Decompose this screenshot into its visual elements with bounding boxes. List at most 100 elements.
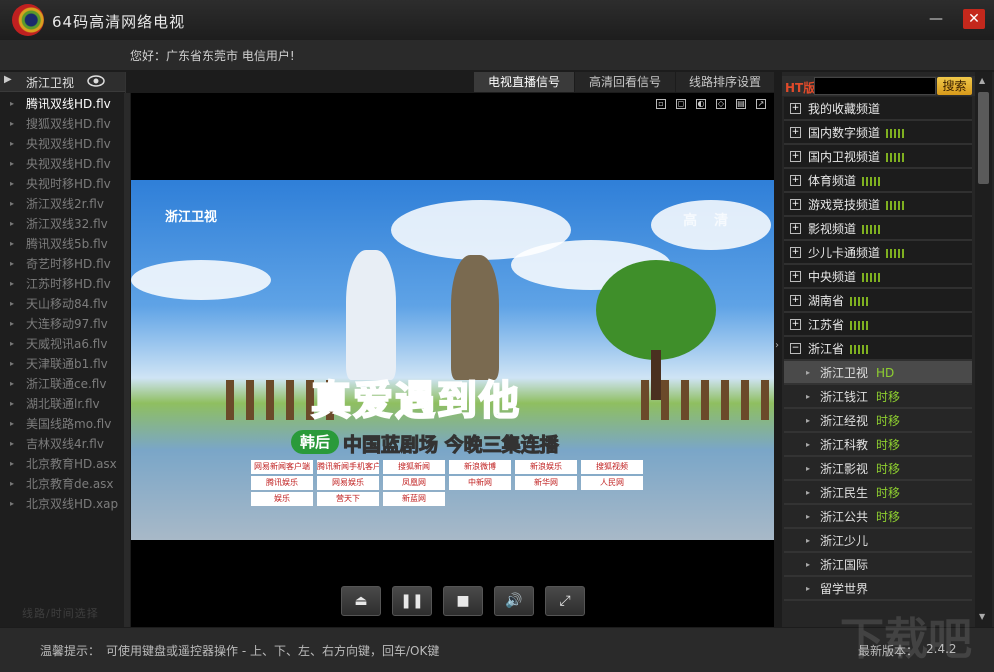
category-item[interactable]: + 游戏竞技频道 [784,193,972,217]
bullet-icon: ▸ [806,368,811,377]
category-item[interactable]: + 国内数字频道 [784,121,972,145]
category-item[interactable]: + 影视频道 [784,217,972,241]
ht-version-label: HT版 [785,81,816,95]
scroll-up-icon[interactable]: ▲ [979,76,985,85]
expand-icon[interactable]: + [790,151,801,162]
expand-icon[interactable]: + [790,103,801,114]
expand-arrow-icon[interactable]: ▶ [4,74,12,85]
pause-button[interactable]: ❚❚ [392,586,432,616]
minimize-button[interactable]: — [925,9,947,29]
category-item[interactable]: + 体育频道 [784,169,972,193]
source-list-item[interactable]: ▸ 浙江双线2r.flv [0,194,125,214]
source-list-item[interactable]: ▸ 腾讯双线5b.flv [0,234,125,254]
source-list-item[interactable]: ▸ 搜狐双线HD.flv [0,114,125,134]
channel-item[interactable]: ▸ 浙江经视 时移 [784,409,972,433]
search-input[interactable] [814,77,936,95]
category-item[interactable]: + 湖南省 [784,289,972,313]
source-list-item[interactable]: ▸ 大连移动97.flv [0,314,125,334]
category-item[interactable]: + 少儿卡通频道 [784,241,972,265]
category-label: 游戏竞技频道 [808,198,881,212]
expand-icon[interactable]: + [790,199,801,210]
bullet-icon: ▸ [10,399,15,408]
original-size-icon[interactable]: ▫ [656,99,666,109]
source-list-item[interactable]: ▸ 浙江联通ce.flv [0,374,125,394]
signal-strength-icon [886,129,905,138]
stop-button[interactable]: ■ [443,586,483,616]
sponsor-logo: 娱乐 [251,492,313,506]
bullet-icon: ▸ [10,439,15,448]
window-mode-icon[interactable]: ▤ [736,99,746,109]
channel-item[interactable]: ▸ 浙江科教 时移 [784,433,972,457]
source-list-item[interactable]: ▸ 江苏时移HD.flv [0,274,125,294]
sponsor-badge: 韩后 [291,430,339,454]
source-list-item[interactable]: ▸ 腾讯双线HD.flv [0,94,125,114]
category-item[interactable]: + 中央频道 [784,265,972,289]
signal-strength-icon [850,321,869,330]
source-item-label: 浙江双线2r.flv [26,197,104,211]
close-button[interactable]: ✕ [963,9,985,29]
source-list-item[interactable]: ▸ 央视双线HD.flv [0,154,125,174]
tab-route-settings[interactable]: 线路排序设置 [676,72,774,92]
expand-icon[interactable]: + [790,319,801,330]
greeting-bar: 您好：广东省东莞市 电信用户! [0,40,994,70]
scroll-thumb[interactable] [978,92,989,184]
tab-live-signal[interactable]: 电视直播信号 [474,72,574,92]
channel-item[interactable]: ▸ 浙江影视 时移 [784,457,972,481]
channel-tag: 时移 [876,510,901,524]
category-item[interactable]: + 江苏省 [784,313,972,337]
category-item[interactable]: − 浙江省 [784,337,972,361]
source-list-item[interactable]: ▸ 央视时移HD.flv [0,174,125,194]
sponsor-logo: 中新网 [449,476,511,490]
expand-icon[interactable]: + [790,127,801,138]
channel-item[interactable]: ▸ 浙江钱江 时移 [784,385,972,409]
source-list-item[interactable]: ▸ 天津联通b1.flv [0,354,125,374]
aspect-ratio-icon[interactable]: ◻ [676,99,686,109]
fullscreen-button[interactable]: ⤢ [545,586,585,616]
source-list-item[interactable]: ▸ 央视双线HD.flv [0,134,125,154]
channel-item[interactable]: ▸ 浙江卫视 HD [784,361,972,385]
brightness-icon[interactable]: ◐ [696,99,706,109]
source-list-item[interactable]: ▸ 北京教育HD.asx [0,454,125,474]
source-list-item[interactable]: ▸ 北京双线HD.xap [0,494,125,514]
collapse-icon[interactable]: − [790,343,801,354]
source-item-label: 央视时移HD.flv [26,177,111,191]
popout-icon[interactable]: ↗ [756,99,766,109]
category-item[interactable]: + 我的收藏频道 [784,97,972,121]
channel-item[interactable]: ▸ 浙江少儿 [784,529,972,553]
settings-icon[interactable]: ◇ [716,99,726,109]
scroll-down-icon[interactable]: ▼ [979,612,985,621]
channel-item[interactable]: ▸ 浙江公共 时移 [784,505,972,529]
video-player[interactable]: ▫ ◻ ◐ ◇ ▤ ↗ 浙江卫视 高 清 真爱遇到他 韩后 中国蓝剧场 今晚三集… [131,93,774,627]
expand-icon[interactable]: + [790,175,801,186]
source-list-item[interactable]: ▸ 奇艺时移HD.flv [0,254,125,274]
sponsor-logo: 腾讯娱乐 [251,476,313,490]
channel-item[interactable]: ▸ 浙江国际 [784,553,972,577]
source-list-item[interactable]: ▸ 天威视讯a6.flv [0,334,125,354]
channel-item[interactable]: ▸ 浙江民生 时移 [784,481,972,505]
left-scrollbar[interactable] [124,93,130,627]
collapse-panel-icon[interactable]: › [775,340,779,351]
volume-button[interactable]: 🔊 [494,586,534,616]
category-item[interactable]: + 国内卫视频道 [784,145,972,169]
source-list-item[interactable]: ▸ 吉林双线4r.flv [0,434,125,454]
source-list-item[interactable]: ▸ 天山移动84.flv [0,294,125,314]
channel-label: 浙江科教 [820,438,869,452]
source-list-item[interactable]: ▸ 湖北联通lr.flv [0,394,125,414]
source-item-label: 腾讯双线5b.flv [26,237,108,251]
source-list-item[interactable]: ▸ 北京教育de.asx [0,474,125,494]
bullet-icon: ▸ [10,499,15,508]
channel-label: 浙江少儿 [820,534,869,548]
source-list-item[interactable]: ▸ 浙江双线32.flv [0,214,125,234]
app-title: 64码高清网络电视 [52,13,186,31]
expand-icon[interactable]: + [790,271,801,282]
eject-button[interactable]: ⏏ [341,586,381,616]
expand-icon[interactable]: + [790,295,801,306]
eye-icon[interactable] [86,74,106,88]
right-scrollbar[interactable]: ▲ ▼ [975,72,992,627]
tab-replay-signal[interactable]: 高清回看信号 [575,72,675,92]
search-button[interactable]: 搜索 [937,77,972,95]
channel-item[interactable]: ▸ 留学世界 [784,577,972,601]
expand-icon[interactable]: + [790,223,801,234]
source-list-item[interactable]: ▸ 美国线路mo.flv [0,414,125,434]
expand-icon[interactable]: + [790,247,801,258]
